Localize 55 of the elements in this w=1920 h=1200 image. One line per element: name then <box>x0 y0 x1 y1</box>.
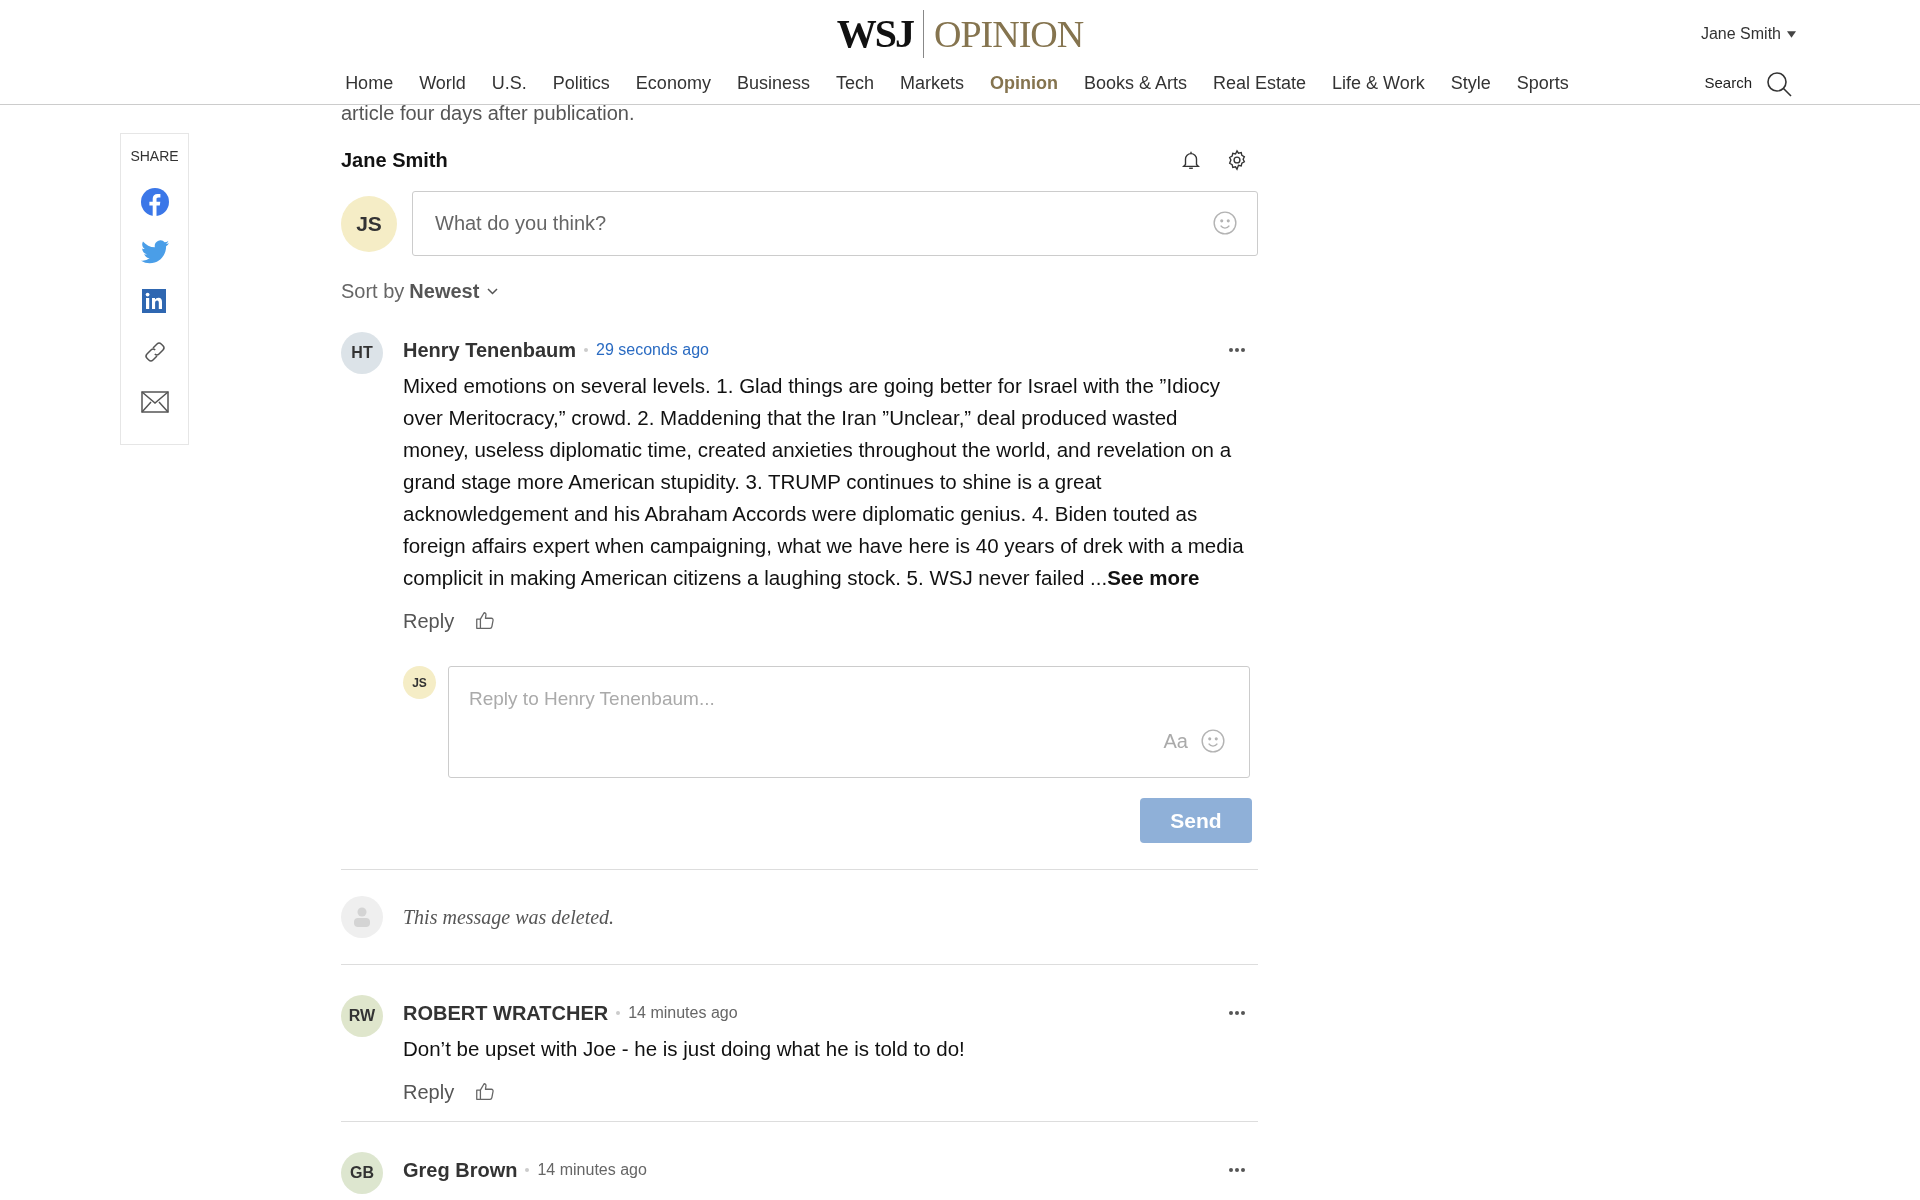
settings-icon[interactable] <box>1226 149 1248 171</box>
share-label: SHARE <box>130 147 179 166</box>
chevron-down-icon <box>487 287 499 295</box>
nav-link[interactable]: Tech <box>835 70 874 97</box>
comment-time: 14 minutes ago <box>628 1003 738 1023</box>
bell-icon[interactable] <box>1180 149 1202 171</box>
comment-author[interactable]: Greg Brown <box>403 1155 518 1185</box>
nav-link[interactable]: Real Estate <box>1213 70 1307 97</box>
nav-link[interactable]: Sports <box>1516 70 1569 97</box>
mail-icon[interactable] <box>140 391 169 413</box>
more-options-icon[interactable] <box>1228 1167 1246 1173</box>
avatar: JS <box>403 666 436 699</box>
sort-dropdown[interactable]: Newest <box>409 276 499 306</box>
current-user-name: Jane Smith <box>341 148 448 173</box>
avatar: GB <box>341 1152 383 1194</box>
linkedin-icon[interactable] <box>141 289 168 315</box>
more-options-icon[interactable] <box>1228 347 1246 353</box>
article-text: article four days after publication. <box>341 101 636 126</box>
search-icon[interactable] <box>1766 70 1792 97</box>
more-options-icon[interactable] <box>1228 1010 1246 1016</box>
nav-link[interactable]: Economy <box>635 70 711 97</box>
comment-author[interactable]: Henry Tenenbaum <box>403 335 576 365</box>
nav-link[interactable]: Opinion <box>990 70 1058 97</box>
comment-time: 29 seconds ago <box>596 340 709 360</box>
nav-link[interactable]: Books & Arts <box>1084 70 1188 97</box>
avatar: JS <box>341 195 397 252</box>
avatar: RW <box>341 995 383 1037</box>
comment-time: 14 minutes ago <box>537 1160 647 1180</box>
see-more-link[interactable]: See more <box>1107 566 1200 589</box>
nav-link[interactable]: Home <box>345 70 394 97</box>
facebook-icon[interactable] <box>140 188 169 216</box>
nav-link[interactable]: Life & Work <box>1332 70 1425 97</box>
thumbs-up-icon[interactable] <box>474 610 497 632</box>
nav-link[interactable]: Politics <box>552 70 610 97</box>
bird-icon[interactable] <box>140 240 169 264</box>
comment-body: Mixed emotions on several levels. 1. Glad things are going better for Israel with the ”Idiocy over Meritocracy,” crowd. 2. Maddening that the Iran ”Unclear,” deal produced wasted money, useless diplomatic time, created anxieties throughout the world, and revelation on a grand stage more American stupidity. 3. TRUMP continues to shine is a great acknowledgement and his Abraham Accords were diplomatic genius. 4. Biden touted as foreign affairs expert when campaigning, what we have here is 40 years of drek with a media complicit in making American citizens a laughing stock. 5. WSJ never failed ...See more <box>403 373 1245 591</box>
person-icon <box>353 907 371 927</box>
wsj-opinion-logo[interactable]: WSJ OPINION <box>836 8 1084 60</box>
user-menu-button[interactable]: Jane Smith <box>1700 22 1796 46</box>
thumbs-up-icon[interactable] <box>474 1081 497 1103</box>
avatar: HT <box>341 332 383 374</box>
nav-link[interactable]: U.S. <box>491 70 527 97</box>
nav-link[interactable]: Business <box>736 70 810 97</box>
nav-link[interactable]: World <box>419 70 466 97</box>
search-label[interactable]: Search <box>1704 72 1752 95</box>
comment-body: Don’t be upset with Joe - he is just doing what he is told to do! <box>403 1036 966 1062</box>
reply-button[interactable]: Reply <box>403 1077 455 1107</box>
reply-button[interactable]: Reply <box>403 606 455 636</box>
comment-input-field[interactable]: What do you think? <box>412 191 1258 256</box>
deleted-message: This message was deleted. <box>403 905 615 931</box>
nav-link[interactable]: Markets <box>900 70 964 97</box>
caret-icon <box>1787 30 1796 38</box>
nav-link[interactable]: Style <box>1450 70 1491 97</box>
comment-author[interactable]: ROBERT WRATCHER <box>403 998 609 1028</box>
sort-label: Sort by <box>341 279 405 304</box>
